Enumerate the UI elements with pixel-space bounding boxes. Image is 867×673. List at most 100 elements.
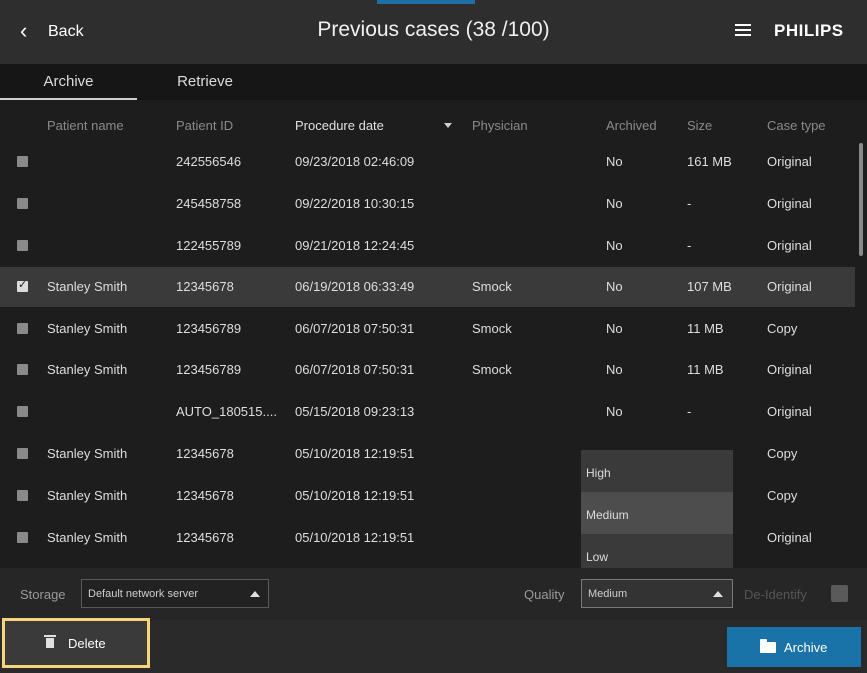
archive-label: Archive xyxy=(784,640,828,655)
cell-archived: No xyxy=(606,154,623,169)
cell-case-type: Original xyxy=(767,154,812,169)
storage-options-bar: Storage Default network server Quality M… xyxy=(0,568,867,620)
table-row[interactable]: Stanley Smith 123456789 06/07/2018 07:50… xyxy=(0,350,855,390)
cell-case-type: Original xyxy=(767,404,812,419)
cell-case-type: Copy xyxy=(767,488,798,503)
cell-size: 161 MB xyxy=(687,154,732,169)
table-row-selected[interactable]: Stanley Smith 12345678 06/19/2018 06:33:… xyxy=(0,267,855,307)
delete-button[interactable]: Delete xyxy=(2,618,150,668)
brand-logo: PHILIPS xyxy=(774,21,844,40)
column-header-size[interactable]: Size xyxy=(687,118,712,133)
cell-case-type: Original xyxy=(767,279,812,294)
storage-select-value: Default network server xyxy=(88,588,199,600)
header-bar: ‹ Back Previous cases (38 /100) PHILIPS xyxy=(0,0,867,64)
row-checkbox[interactable] xyxy=(17,490,28,501)
cell-patient-id: 123456789 xyxy=(176,321,242,336)
cell-archived: No xyxy=(606,362,623,377)
cell-procedure-date: 06/07/2018 07:50:31 xyxy=(295,321,415,336)
storage-select[interactable]: Default network server xyxy=(81,579,269,608)
table-header: Patient name Patient ID Procedure date P… xyxy=(0,100,867,148)
row-checkbox[interactable] xyxy=(17,156,28,167)
cell-archived: No xyxy=(606,279,623,294)
quality-label: Quality xyxy=(524,587,565,602)
cell-case-type: Copy xyxy=(767,321,798,336)
table-row[interactable]: Stanley Smith 123456789 06/07/2018 07:50… xyxy=(0,309,855,349)
column-header-archived[interactable]: Archived xyxy=(606,118,657,133)
row-checkbox[interactable] xyxy=(17,406,28,417)
quality-select-value: Medium xyxy=(588,588,628,600)
chevron-up-icon xyxy=(713,591,723,597)
cell-case-type: Original xyxy=(767,530,812,545)
cell-patient-id: 12345678 xyxy=(176,279,234,294)
tab-bar: Archive Retrieve xyxy=(0,64,867,100)
quality-option-high[interactable]: High xyxy=(581,450,733,492)
cell-patient-id: 12345678 xyxy=(176,446,234,461)
cell-patient-id: AUTO_180515.... xyxy=(176,404,277,419)
tab-archive[interactable]: Archive xyxy=(0,64,137,100)
cell-procedure-date: 09/22/2018 10:30:15 xyxy=(295,196,415,211)
cell-size: 11 MB xyxy=(687,362,724,377)
cell-archived: No xyxy=(606,321,623,336)
cell-archived: No xyxy=(606,196,623,211)
cell-patient-id: 122455789 xyxy=(176,238,242,253)
row-checkbox[interactable] xyxy=(17,240,28,251)
cell-size: - xyxy=(687,404,692,419)
quality-option-medium[interactable]: Medium xyxy=(581,492,733,534)
deidentify-label: De-Identify xyxy=(744,587,807,602)
cell-procedure-date: 09/23/2018 02:46:09 xyxy=(295,154,415,169)
cell-procedure-date: 06/07/2018 07:50:31 xyxy=(295,362,415,377)
cell-patient-name: Stanley Smith xyxy=(47,362,128,377)
row-checkbox[interactable] xyxy=(17,364,28,375)
cell-archived: No xyxy=(606,404,623,419)
cell-patient-name: Stanley Smith xyxy=(47,488,128,503)
archive-button[interactable]: Archive xyxy=(727,627,861,667)
cell-physician: Smock xyxy=(472,321,512,336)
row-checkbox[interactable] xyxy=(17,532,28,543)
cell-patient-id: 123456789 xyxy=(176,362,242,377)
cell-size: - xyxy=(687,196,692,211)
table-scrollbar[interactable] xyxy=(859,143,863,256)
cell-physician: Smock xyxy=(472,279,512,294)
cell-size: - xyxy=(687,238,692,253)
cell-procedure-date: 05/10/2018 12:19:51 xyxy=(295,488,415,503)
cases-table-body: 242556546 09/23/2018 02:46:09 No 161 MB … xyxy=(0,148,867,565)
cell-procedure-date: 09/21/2018 12:24:45 xyxy=(295,238,415,253)
cell-patient-id: 245458758 xyxy=(176,196,242,211)
row-checkbox[interactable] xyxy=(17,198,28,209)
column-header-patient-name[interactable]: Patient name xyxy=(47,118,124,133)
chevron-up-icon xyxy=(250,591,260,597)
hamburger-menu-icon[interactable] xyxy=(735,24,751,38)
table-row[interactable]: 122455789 09/21/2018 12:24:45 No - Origi… xyxy=(0,226,855,266)
cell-procedure-date: 05/10/2018 12:19:51 xyxy=(295,446,415,461)
table-row[interactable]: AUTO_180515.... 05/15/2018 09:23:13 No -… xyxy=(0,392,855,432)
table-row[interactable]: 245458758 09/22/2018 10:30:15 No - Origi… xyxy=(0,184,855,224)
row-checkbox[interactable] xyxy=(17,323,28,334)
delete-label: Delete xyxy=(68,636,106,651)
cell-patient-id: 12345678 xyxy=(176,530,234,545)
cell-procedure-date: 05/10/2018 12:19:51 xyxy=(295,530,415,545)
deidentify-checkbox[interactable] xyxy=(831,585,848,602)
row-checkbox[interactable] xyxy=(17,448,28,459)
previous-cases-screen: ‹ Back Previous cases (38 /100) PHILIPS … xyxy=(0,0,867,673)
cell-size: 11 MB xyxy=(687,321,724,336)
cell-case-type: Copy xyxy=(767,446,798,461)
table-row[interactable]: 242556546 09/23/2018 02:46:09 No 161 MB … xyxy=(0,148,855,182)
column-header-physician[interactable]: Physician xyxy=(472,118,528,133)
cell-patient-name: Stanley Smith xyxy=(47,279,128,294)
header-accent-bar xyxy=(377,0,475,4)
cell-procedure-date: 06/19/2018 06:33:49 xyxy=(295,279,415,294)
cell-patient-name: Stanley Smith xyxy=(47,530,128,545)
cell-patient-name: Stanley Smith xyxy=(47,446,128,461)
cell-case-type: Original xyxy=(767,238,812,253)
column-header-case-type[interactable]: Case type xyxy=(767,118,826,133)
trash-icon xyxy=(44,635,56,649)
quality-select[interactable]: Medium xyxy=(581,579,733,608)
cell-patient-id: 242556546 xyxy=(176,154,242,169)
tab-retrieve[interactable]: Retrieve xyxy=(150,64,260,100)
footer-bar: Delete Archive xyxy=(0,618,867,673)
sort-descending-icon[interactable] xyxy=(444,123,452,128)
column-header-procedure-date[interactable]: Procedure date xyxy=(295,118,384,133)
cell-procedure-date: 05/15/2018 09:23:13 xyxy=(295,404,415,419)
column-header-patient-id[interactable]: Patient ID xyxy=(176,118,233,133)
row-checkbox-checked[interactable] xyxy=(17,278,28,292)
